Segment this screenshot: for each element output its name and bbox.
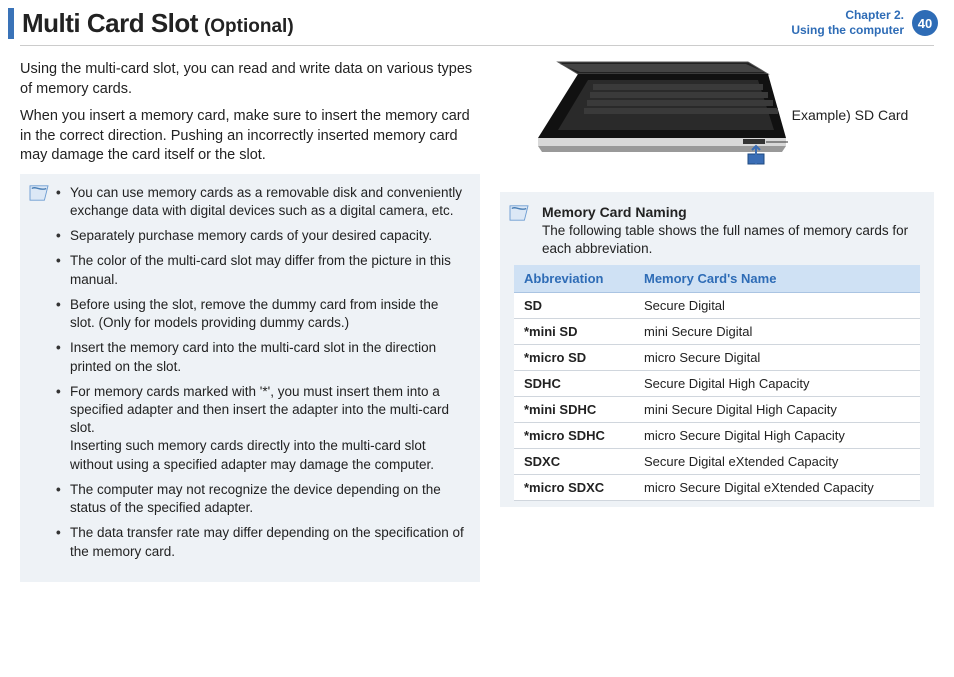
content-columns: Using the multi-card slot, you can read … (0, 60, 954, 582)
memory-card-table: Abbreviation Memory Card's Name SDSecure… (514, 265, 920, 501)
naming-title: Memory Card Naming (542, 204, 920, 220)
naming-description: The following table shows the full names… (542, 222, 920, 257)
chapter-block: Chapter 2. Using the computer 40 (791, 8, 938, 38)
laptop-illustration (518, 60, 788, 170)
table-row: *micro SDHCmicro Secure Digital High Cap… (514, 423, 920, 449)
table-body: SDSecure Digital *mini SDmini Secure Dig… (514, 293, 920, 501)
table-header-row: Abbreviation Memory Card's Name (514, 265, 920, 293)
intro-paragraph-1: Using the multi-card slot, you can read … (20, 60, 480, 99)
note-item: You can use memory cards as a removable … (70, 184, 466, 220)
note-item: The data transfer rate may differ depend… (70, 524, 466, 560)
left-column: Using the multi-card slot, you can read … (20, 60, 480, 582)
chapter-line-1: Chapter 2. (791, 8, 904, 23)
col-name-header: Memory Card's Name (634, 265, 920, 293)
chapter-line-2: Using the computer (791, 23, 904, 38)
table-row: *mini SDmini Secure Digital (514, 319, 920, 345)
laptop-figure: Example) SD Card (500, 60, 934, 170)
note-item: Separately purchase memory cards of your… (70, 227, 466, 245)
note-icon (508, 204, 530, 222)
page-header: Multi Card Slot (Optional) Chapter 2. Us… (0, 0, 954, 43)
table-row: *mini SDHCmini Secure Digital High Capac… (514, 397, 920, 423)
page-number-badge: 40 (912, 10, 938, 36)
chapter-text: Chapter 2. Using the computer (791, 8, 904, 38)
note-item: Insert the memory card into the multi-ca… (70, 339, 466, 375)
table-row: *micro SDmicro Secure Digital (514, 345, 920, 371)
note-item: The computer may not recognize the devic… (70, 481, 466, 517)
figure-caption: Example) SD Card (792, 107, 909, 123)
intro-paragraph-2: When you insert a memory card, make sure… (20, 107, 480, 166)
table-row: SDXCSecure Digital eXtended Capacity (514, 449, 920, 475)
table-row: SDHCSecure Digital High Capacity (514, 371, 920, 397)
notes-box: You can use memory cards as a removable … (20, 174, 480, 582)
note-subtext: Inserting such memory cards directly int… (70, 437, 466, 473)
intro-text: Using the multi-card slot, you can read … (20, 60, 480, 166)
note-item: The color of the multi-card slot may dif… (70, 252, 466, 288)
memory-card-naming-box: Memory Card Naming The following table s… (500, 192, 934, 507)
header-divider (20, 45, 934, 46)
table-row: *micro SDXCmicro Secure Digital eXtended… (514, 475, 920, 501)
notes-list: You can use memory cards as a removable … (34, 184, 466, 561)
page-title-block: Multi Card Slot (Optional) (8, 8, 294, 39)
col-abbrev-header: Abbreviation (514, 265, 634, 293)
note-item: Before using the slot, remove the dummy … (70, 296, 466, 332)
page-title-main: Multi Card Slot (22, 8, 198, 39)
table-row: SDSecure Digital (514, 293, 920, 319)
page-title-sub: (Optional) (204, 16, 294, 38)
note-item: For memory cards marked with '*', you mu… (70, 383, 466, 474)
note-icon (28, 184, 50, 202)
right-column: Example) SD Card Memory Card Naming The … (500, 60, 934, 582)
